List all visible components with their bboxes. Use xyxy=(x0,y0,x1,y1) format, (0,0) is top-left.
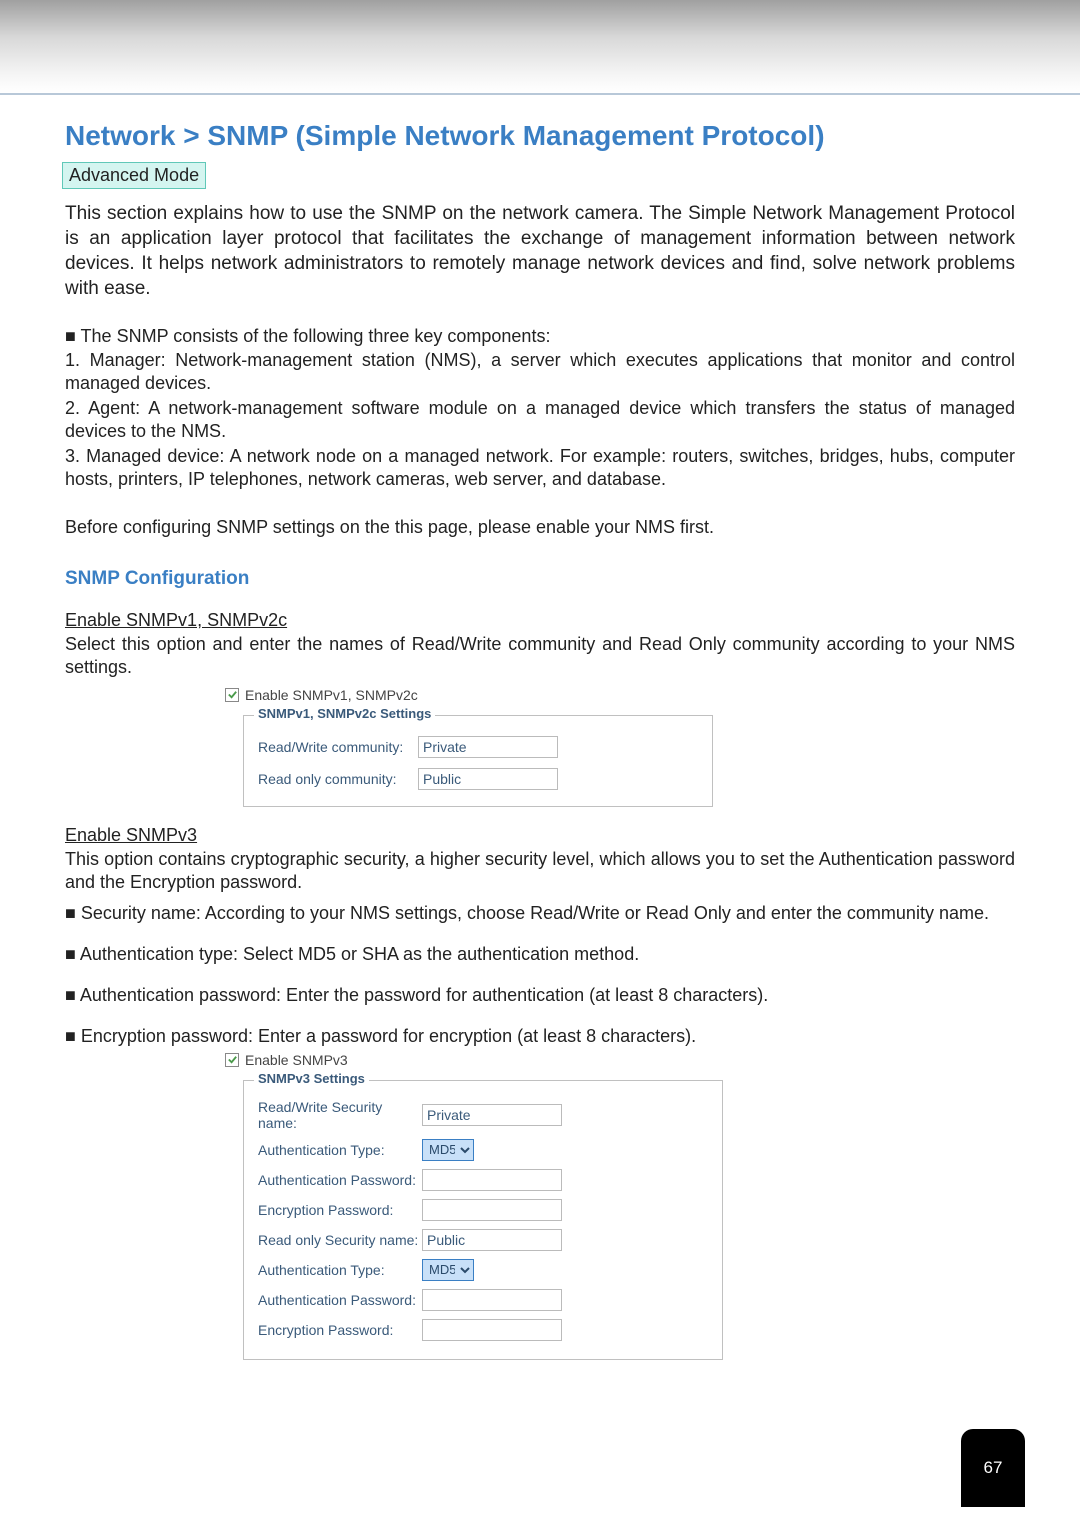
v1v2c-checkbox-row: Enable SNMPv1, SNMPv2c xyxy=(225,687,1015,703)
v3-settings-screenshot: Enable SNMPv3 SNMPv3 Settings Read/Write… xyxy=(225,1052,1015,1360)
page-title: Network > SNMP (Simple Network Managemen… xyxy=(65,120,1015,152)
v3-bullet-authtype: ■ Authentication type: Select MD5 or SHA… xyxy=(65,943,1015,966)
v3-checkbox-label: Enable SNMPv3 xyxy=(245,1052,348,1068)
ro-secname-label: Read only Security name: xyxy=(258,1232,422,1248)
v1v2c-legend: SNMPv1, SNMPv2c Settings xyxy=(254,706,435,721)
authtype2-label: Authentication Type: xyxy=(258,1262,422,1278)
page-content: Network > SNMP (Simple Network Managemen… xyxy=(0,95,1080,1398)
authpw2-input[interactable] xyxy=(422,1289,562,1311)
ro-secname-row: Read only Security name: xyxy=(258,1229,708,1251)
check-icon xyxy=(227,1054,238,1065)
v1v2c-heading: Enable SNMPv1, SNMPv2c xyxy=(65,610,1015,631)
authpw1-row: Authentication Password: xyxy=(258,1169,708,1191)
components-intro: ■ The SNMP consists of the following thr… xyxy=(65,326,1015,347)
v3-fieldset: SNMPv3 Settings Read/Write Security name… xyxy=(243,1080,723,1360)
rw-secname-label: Read/Write Security name: xyxy=(258,1099,422,1131)
v3-desc: This option contains cryptographic secur… xyxy=(65,848,1015,894)
ro-community-row: Read only community: xyxy=(258,768,698,790)
v3-bullet-security: ■ Security name: According to your NMS s… xyxy=(65,902,1015,925)
v1v2c-fieldset: SNMPv1, SNMPv2c Settings Read/Write comm… xyxy=(243,715,713,807)
rw-secname-input[interactable] xyxy=(422,1104,562,1126)
v3-heading: Enable SNMPv3 xyxy=(65,825,1015,846)
v3-bullet-encpw: ■ Encryption password: Enter a password … xyxy=(65,1025,1015,1048)
header-gradient xyxy=(0,0,1080,95)
encpw2-input[interactable] xyxy=(422,1319,562,1341)
v3-legend: SNMPv3 Settings xyxy=(254,1071,369,1086)
authtype1-select[interactable]: MD5 xyxy=(422,1139,474,1161)
component-manager: 1. Manager: Network-management station (… xyxy=(65,349,1015,395)
authtype2-row: Authentication Type: MD5 xyxy=(258,1259,708,1281)
page-number-box: 67 xyxy=(961,1429,1025,1507)
authpw2-row: Authentication Password: xyxy=(258,1289,708,1311)
rw-secname-row: Read/Write Security name: xyxy=(258,1099,708,1131)
check-icon xyxy=(227,689,238,700)
v1v2c-settings-screenshot: Enable SNMPv1, SNMPv2c SNMPv1, SNMPv2c S… xyxy=(225,687,1015,807)
rw-community-label: Read/Write community: xyxy=(258,739,418,755)
component-agent: 2. Agent: A network-management software … xyxy=(65,397,1015,443)
component-managed: 3. Managed device: A network node on a m… xyxy=(65,445,1015,491)
rw-community-row: Read/Write community: xyxy=(258,736,698,758)
encpw2-label: Encryption Password: xyxy=(258,1322,422,1338)
v1v2c-checkbox-label: Enable SNMPv1, SNMPv2c xyxy=(245,687,418,703)
page-number: 67 xyxy=(984,1458,1003,1478)
mode-badge: Advanced Mode xyxy=(62,162,206,189)
encpw1-row: Encryption Password: xyxy=(258,1199,708,1221)
authpw1-label: Authentication Password: xyxy=(258,1172,422,1188)
rw-community-input[interactable] xyxy=(418,736,558,758)
intro-text: This section explains how to use the SNM… xyxy=(65,201,1015,301)
encpw1-input[interactable] xyxy=(422,1199,562,1221)
v3-checkbox[interactable] xyxy=(225,1053,239,1067)
ro-community-label: Read only community: xyxy=(258,771,418,787)
authtype1-row: Authentication Type: MD5 xyxy=(258,1139,708,1161)
encpw1-label: Encryption Password: xyxy=(258,1202,422,1218)
ro-secname-input[interactable] xyxy=(422,1229,562,1251)
authpw1-input[interactable] xyxy=(422,1169,562,1191)
ro-community-input[interactable] xyxy=(418,768,558,790)
authtype2-select[interactable]: MD5 xyxy=(422,1259,474,1281)
v1v2c-checkbox[interactable] xyxy=(225,688,239,702)
before-config-text: Before configuring SNMP settings on the … xyxy=(65,517,1015,538)
authtype1-label: Authentication Type: xyxy=(258,1142,422,1158)
encpw2-row: Encryption Password: xyxy=(258,1319,708,1341)
v3-bullet-authpw: ■ Authentication password: Enter the pas… xyxy=(65,984,1015,1007)
authpw2-label: Authentication Password: xyxy=(258,1292,422,1308)
v1v2c-desc: Select this option and enter the names o… xyxy=(65,633,1015,679)
v3-checkbox-row: Enable SNMPv3 xyxy=(225,1052,1015,1068)
snmp-config-heading: SNMP Configuration xyxy=(65,568,1015,590)
